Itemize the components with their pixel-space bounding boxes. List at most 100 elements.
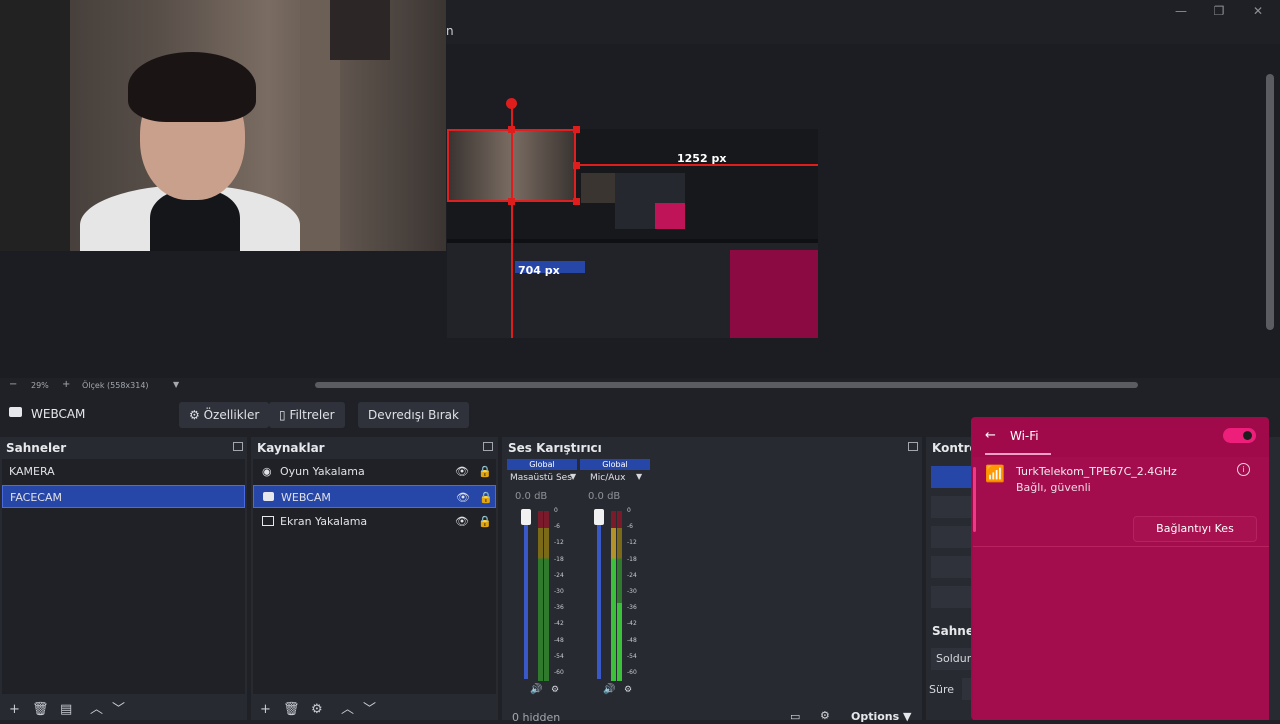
scale-dropdown-caret[interactable]: ▼ (173, 380, 179, 389)
lock-icon[interactable]: 🔒 (478, 510, 492, 533)
undock-icon[interactable] (483, 442, 493, 451)
vertical-guide (511, 104, 513, 338)
preview-area[interactable]: n — ❐ ✕ 1252 px 704 px (0, 0, 1280, 378)
gear-icon[interactable]: ⚙ (820, 709, 830, 722)
wifi-network-list (973, 457, 1269, 720)
gear-icon: ⚙ (189, 408, 200, 422)
eye-icon[interactable]: 👁 (456, 486, 470, 509)
source-label: Oyun Yakalama (280, 465, 365, 478)
db-tick: 0 (554, 507, 558, 514)
move-down-icon[interactable]: ﹀ (363, 698, 376, 717)
global-label: Global (507, 459, 577, 470)
db-tick: 0 (627, 507, 631, 514)
vertical-scrollbar[interactable] (1266, 74, 1274, 330)
db-tick: -24 (554, 571, 564, 579)
move-down-icon[interactable]: ﹀ (112, 698, 125, 717)
resize-handle[interactable] (573, 198, 580, 205)
sources-title: Kaynaklar (257, 441, 325, 455)
filter-icon: ▯ (279, 408, 286, 422)
back-arrow-icon[interactable]: ← (985, 428, 996, 443)
db-tick: -18 (554, 555, 564, 563)
channel-menu-caret[interactable]: ▼ (636, 472, 642, 481)
sources-footer: + 🗑 ⚙ ︿ ﹀ (251, 696, 498, 720)
db-tick: -36 (627, 604, 637, 612)
channel-menu-caret[interactable]: ▼ (570, 472, 576, 481)
level-meter (611, 511, 616, 681)
properties-button[interactable]: ⚙ Özellikler (179, 402, 270, 428)
zoom-out-button[interactable]: − (9, 379, 17, 390)
lock-icon[interactable]: 🔒 (478, 460, 492, 483)
mixer-title: Ses Karıştırıcı (508, 441, 602, 455)
program-canvas[interactable] (447, 129, 818, 338)
trash-icon[interactable]: 🗑 (283, 702, 300, 717)
gear-icon[interactable]: ⚙ (311, 702, 323, 717)
scenes-footer: + 🗑 ▤ ︿ ﹀ (0, 696, 247, 720)
db-tick: -60 (627, 669, 637, 676)
undock-icon[interactable] (908, 442, 918, 451)
db-tick: -60 (554, 669, 564, 676)
source-item[interactable]: Ekran Yakalama 👁 🔒 (253, 510, 496, 533)
wifi-toggle[interactable] (1223, 428, 1256, 443)
maximize-button[interactable]: ❐ (1209, 4, 1229, 18)
info-icon[interactable]: i (1237, 463, 1250, 476)
zoom-value: 29% (31, 381, 49, 390)
resize-handle[interactable] (573, 162, 580, 169)
channel-db: 0.0 dB (588, 491, 621, 502)
move-up-icon[interactable]: ︿ (90, 698, 103, 717)
global-label: Global (580, 459, 650, 470)
db-tick: -12 (627, 539, 637, 547)
channel-db: 0.0 dB (515, 491, 548, 502)
source-item[interactable]: ◉ Oyun Yakalama 👁 🔒 (253, 460, 496, 483)
filters-label: Filtreler (289, 408, 335, 422)
level-meter (544, 511, 549, 681)
volume-fader[interactable] (597, 515, 601, 679)
db-tick: -42 (554, 620, 564, 628)
eye-icon[interactable]: 👁 (455, 460, 469, 483)
move-up-icon[interactable]: ︿ (341, 698, 354, 717)
monitor-icon (262, 516, 274, 526)
scene-item[interactable]: FACECAM (2, 485, 245, 508)
resize-handle[interactable] (508, 198, 515, 205)
minimize-button[interactable]: — (1171, 4, 1191, 18)
add-icon[interactable]: + (260, 702, 271, 717)
filters-button[interactable]: ▯ Filtreler (269, 402, 345, 428)
scene-item[interactable]: KAMERA (2, 460, 245, 483)
fader-knob[interactable] (594, 509, 604, 525)
volume-fader[interactable] (524, 515, 528, 679)
db-tick: -30 (627, 588, 637, 595)
width-measure: 1252 px (677, 152, 727, 165)
add-icon[interactable]: + (9, 702, 20, 717)
level-meter (538, 511, 543, 681)
undock-icon[interactable] (233, 442, 243, 451)
db-tick: -30 (554, 588, 564, 595)
filter-icon[interactable]: ▤ (60, 702, 72, 717)
zoom-in-button[interactable]: + (62, 379, 70, 390)
eye-icon[interactable]: 👁 (455, 510, 469, 533)
source-item[interactable]: WEBCAM 👁 🔒 (253, 485, 496, 508)
horizontal-scrollbar[interactable] (315, 382, 1138, 388)
db-tick: -6 (554, 523, 560, 531)
rotation-handle[interactable] (506, 98, 517, 109)
camera-icon (263, 492, 274, 501)
audio-mixer-dock: Ses Karıştırıcı Global Masaüstü Ses ▼ 0.… (502, 437, 922, 724)
sources-list: ◉ Oyun Yakalama 👁 🔒 WEBCAM 👁 🔒 Ekran Yak… (253, 459, 496, 694)
speaker-icon[interactable]: 🔊 (603, 684, 615, 695)
db-tick: -36 (554, 604, 564, 612)
db-scale: 0 -6 -12 -18 -24 -30 -36 -42 -48 -54 -60 (627, 507, 641, 687)
scenes-list: KAMERA FACECAM (2, 459, 245, 694)
lock-icon[interactable]: 🔒 (479, 486, 493, 509)
disconnect-button[interactable]: Bağlantıyı Kes (1133, 516, 1257, 542)
resize-handle[interactable] (573, 126, 580, 133)
network-name[interactable]: TurkTelekom_TPE67C_2.4GHz (1016, 465, 1177, 478)
monitor-icon[interactable]: ▭ (790, 710, 800, 723)
options-button[interactable]: Options ▼ (851, 710, 912, 723)
close-button[interactable]: ✕ (1248, 4, 1268, 18)
speaker-icon[interactable]: 🔊 (530, 684, 542, 695)
wifi-title: Wi-Fi (1010, 429, 1039, 443)
channel-name: Mic/Aux (590, 473, 626, 483)
fader-knob[interactable] (521, 509, 531, 525)
disable-button[interactable]: Devredışı Bırak (358, 402, 469, 428)
resize-handle[interactable] (508, 126, 515, 133)
trash-icon[interactable]: 🗑 (32, 702, 49, 717)
options-label: Options (851, 710, 900, 723)
